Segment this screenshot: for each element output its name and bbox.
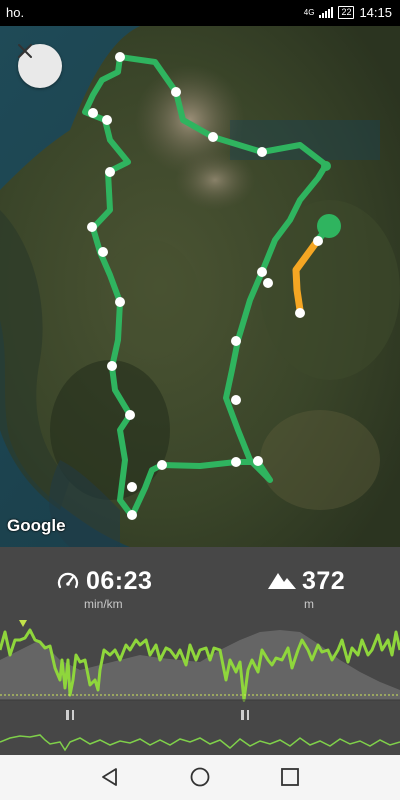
close-icon <box>18 44 32 58</box>
back-icon[interactable] <box>98 765 122 789</box>
pause-icon <box>66 710 74 720</box>
current-position-marker <box>317 214 341 238</box>
pause-icon <box>241 710 249 720</box>
home-icon[interactable] <box>188 765 212 789</box>
activity-graphs[interactable] <box>0 615 400 755</box>
pace-unit: min/km <box>84 597 123 611</box>
battery-icon: 22 <box>338 6 355 19</box>
signal-icon <box>319 7 334 18</box>
status-icons: 4G 22 14:15 <box>304 5 392 20</box>
satellite-map <box>0 26 400 547</box>
status-bar: ho. 4G 22 14:15 <box>0 0 400 26</box>
network-type: 4G <box>303 8 315 17</box>
system-nav-bar <box>0 755 400 800</box>
route-map[interactable]: Google <box>0 26 400 547</box>
carrier-label: ho. <box>6 5 25 20</box>
speedometer-icon <box>57 572 79 589</box>
close-button[interactable] <box>18 44 62 88</box>
secondary-graph-line <box>0 734 400 752</box>
pace-value: 06:23 <box>86 567 153 595</box>
elevation-value: 372 <box>302 567 346 595</box>
google-attribution: Google <box>7 516 66 535</box>
elevation-unit: m <box>304 597 314 611</box>
graph-start-marker <box>19 620 27 627</box>
pace-elevation-graph <box>0 620 400 752</box>
route-end-marker <box>321 161 331 171</box>
clock: 14:15 <box>359 5 392 20</box>
mountain-icon <box>268 573 296 589</box>
recents-icon[interactable] <box>278 765 302 789</box>
